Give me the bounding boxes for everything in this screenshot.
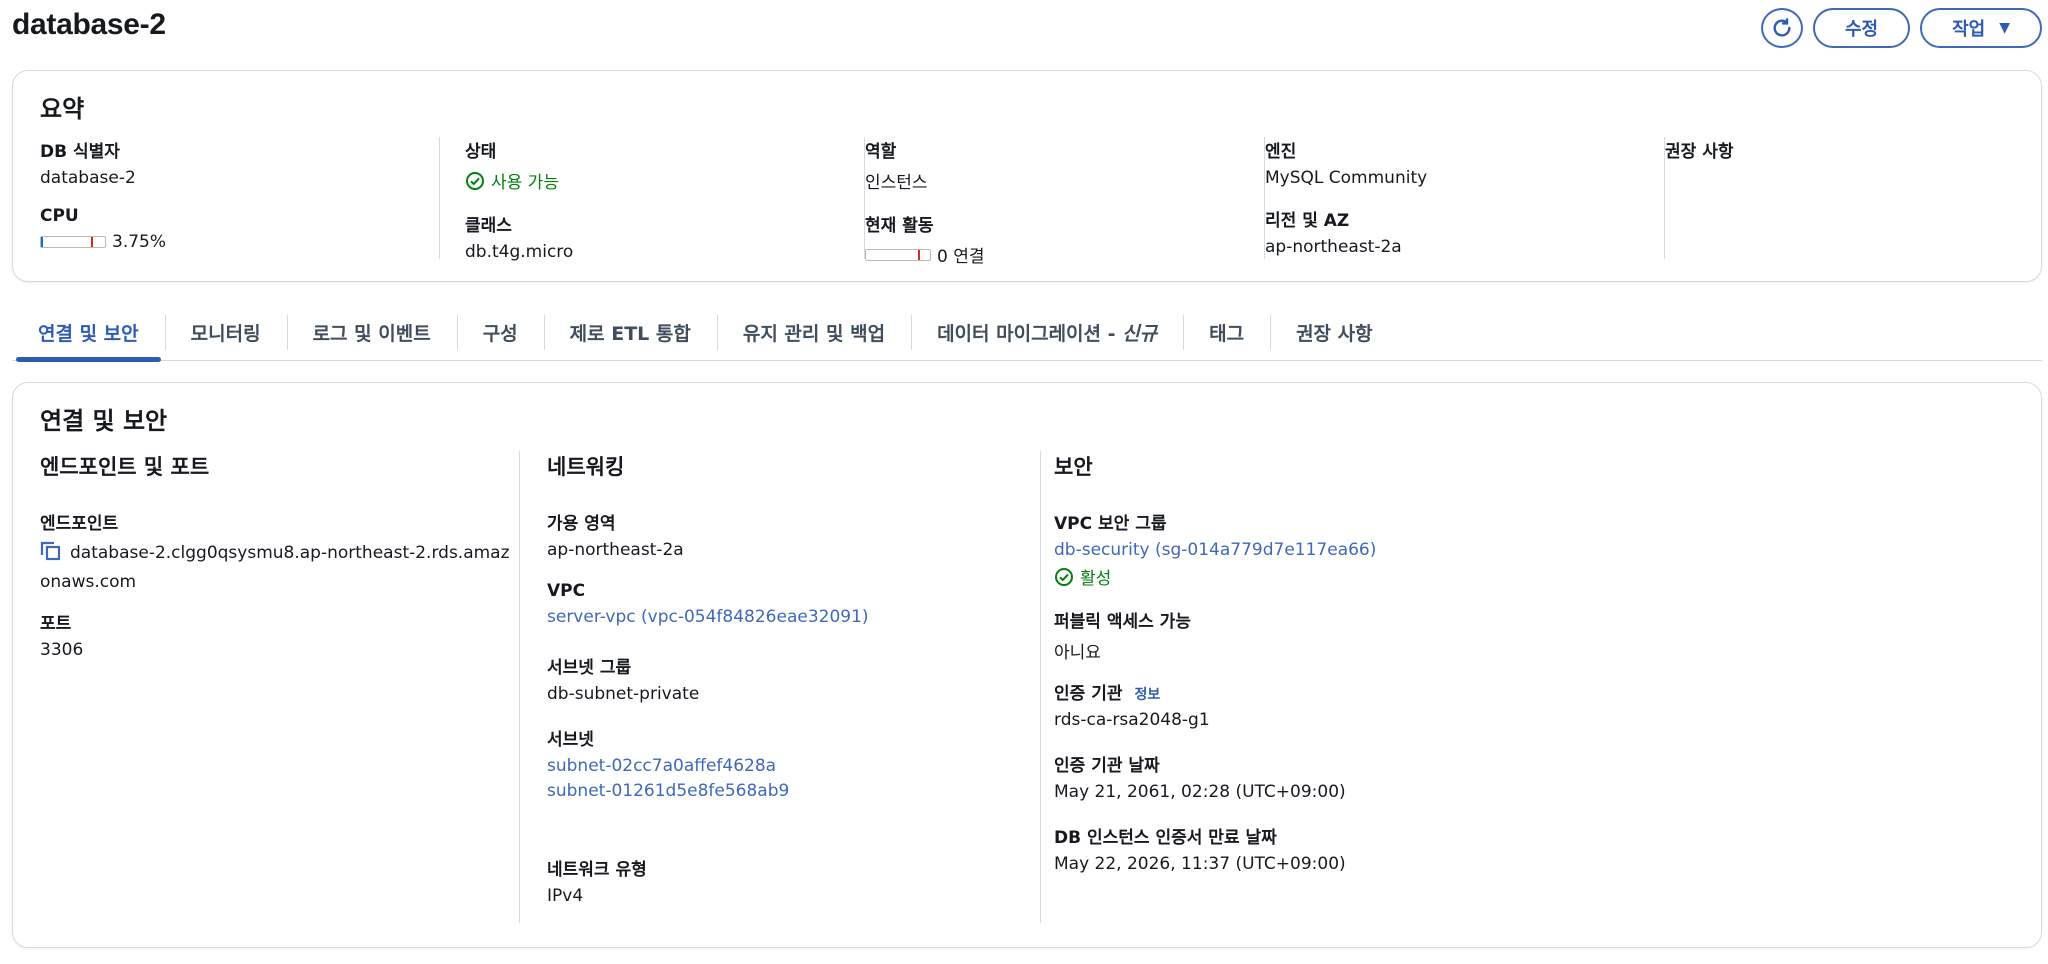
subnet-link[interactable]: subnet-02cc7a0affef4628a (547, 756, 789, 776)
summary-card: 요약 DB 식별자 database-2 CPU 3.75% 상태 사용 가능 … (12, 70, 2042, 282)
summary-title: 요약 (40, 95, 85, 123)
status-label: 상태 (465, 142, 497, 162)
region-label: 리전 및 AZ (1265, 211, 1350, 231)
summary-col-1: DB 식별자 database-2 CPU 3.75% (40, 137, 440, 259)
role-label: 역할 (865, 142, 897, 162)
ca-date-label: 인증 기관 날짜 (1054, 756, 1160, 776)
subnet-group-label: 서브넷 그룹 (547, 658, 632, 678)
cpu-threshold-mark (91, 237, 93, 247)
cpu-bar (40, 236, 106, 248)
network-type-value: IPv4 (547, 886, 584, 906)
endpoint-text: database-2.clgg0qsysmu8.ap-northeast-2.r… (40, 543, 510, 592)
header-actions: 수정 작업 ▼ (1760, 8, 2042, 48)
db-id-label: DB 식별자 (40, 142, 120, 162)
activity-bar (865, 248, 931, 261)
modify-button[interactable]: 수정 (1812, 8, 1911, 48)
ca-info-link[interactable]: 정보 (1134, 687, 1160, 703)
caret-down-icon: ▼ (1999, 20, 2010, 36)
tab-recommendations[interactable]: 권장 사항 (1270, 305, 1399, 360)
region-value: ap-northeast-2a (1265, 237, 1402, 257)
vpc-label: VPC (547, 581, 586, 601)
security-group-status-text: 활성 (1080, 569, 1112, 589)
tab-data-migration-label: 데이터 마이그레이션 - (937, 323, 1123, 345)
network-type-label: 네트워크 유형 (547, 860, 647, 880)
activity-meter: 0 연결 (865, 242, 985, 267)
summary-col-2: 상태 사용 가능 클래스 db.t4g.micro (465, 137, 865, 262)
refresh-button[interactable] (1760, 8, 1803, 48)
role-value: 인스턴스 (865, 173, 928, 193)
endpoint-value: database-2.clgg0qsysmu8.ap-northeast-2.r… (40, 540, 510, 595)
summary-col-3: 역할 인스턴스 현재 활동 0 연결 (865, 137, 1265, 267)
refresh-icon (1773, 18, 1791, 37)
ca-label-row: 인증 기관 정보 (1054, 679, 1210, 704)
security-group-link[interactable]: db-security (sg-014a779d7e117ea66) (1054, 540, 1376, 560)
status-text: 사용 가능 (491, 173, 559, 193)
actions-button[interactable]: 작업 ▼ (1920, 8, 2042, 48)
tab-connectivity[interactable]: 연결 및 보안 (12, 305, 165, 362)
tab-zero-etl[interactable]: 제로 ETL 통합 (543, 305, 717, 360)
summary-col-4: 엔진 MySQL Community 리전 및 AZ ap-northeast-… (1265, 137, 1665, 259)
endpoint-section-title: 엔드포인트 및 포트 (40, 455, 210, 479)
subnet-group-value: db-subnet-private (547, 684, 700, 704)
tab-maintenance-backup[interactable]: 유지 관리 및 백업 (716, 305, 911, 360)
networking-column: 네트워킹 가용 영역 ap-northeast-2a VPC server-vp… (547, 451, 1041, 923)
recommendations-label: 권장 사항 (1665, 142, 1734, 162)
vpc-link[interactable]: server-vpc (vpc-054f84826eae32091) (547, 607, 869, 627)
security-section-title: 보안 (1054, 455, 1093, 479)
connectivity-card: 연결 및 보안 엔드포인트 및 포트 엔드포인트 database-2.clgg… (12, 382, 2042, 948)
engine-value: MySQL Community (1265, 168, 1428, 188)
cert-expiry-label: DB 인스턴스 인증서 만료 날짜 (1054, 828, 1277, 848)
check-circle-icon (466, 171, 484, 190)
tab-configuration[interactable]: 구성 (456, 305, 544, 360)
engine-label: 엔진 (1265, 142, 1297, 162)
public-access-value: 아니요 (1054, 643, 1101, 663)
cpu-bar-fill (41, 237, 44, 247)
cert-expiry-value: May 22, 2026, 11:37 (UTC+09:00) (1054, 854, 1346, 874)
az-value: ap-northeast-2a (547, 540, 684, 560)
public-access-label: 퍼블릭 액세스 가능 (1054, 612, 1191, 632)
subnets-label: 서브넷 (547, 730, 594, 750)
check-circle-icon (1055, 567, 1073, 586)
actions-label: 작업 (1952, 19, 1986, 40)
new-badge: 신규 (1122, 323, 1158, 345)
activity-label: 현재 활동 (865, 216, 934, 236)
security-column: 보안 VPC 보안 그룹 db-security (sg-014a779d7e1… (1054, 451, 1754, 923)
networking-section-title: 네트워킹 (547, 455, 625, 479)
tab-monitoring[interactable]: 모니터링 (164, 305, 287, 360)
endpoint-row: database-2.clgg0qsysmu8.ap-northeast-2.r… (40, 540, 510, 595)
modify-label: 수정 (1844, 19, 1879, 40)
subnet-link[interactable]: subnet-01261d5e8fe568ab9 (547, 781, 789, 801)
cpu-value: 3.75% (112, 232, 167, 252)
copy-button[interactable] (40, 541, 62, 569)
page-title: database-2 (12, 8, 166, 41)
activity-value: 0 연결 (937, 247, 985, 267)
security-group-status: 활성 (1054, 564, 1376, 589)
status-value: 사용 가능 (465, 168, 864, 193)
security-group-label: VPC 보안 그룹 (1054, 514, 1167, 534)
tab-tags[interactable]: 태그 (1183, 305, 1270, 360)
endpoint-column: 엔드포인트 및 포트 엔드포인트 database-2.clgg0qsysmu8… (40, 451, 520, 923)
connectivity-title: 연결 및 보안 (40, 407, 168, 435)
cpu-meter: 3.75% (40, 232, 439, 252)
tab-data-migration[interactable]: 데이터 마이그레이션 - 신규 (911, 305, 1183, 360)
ca-date-value: May 21, 2061, 02:28 (UTC+09:00) (1054, 782, 1346, 802)
activity-threshold-mark (918, 249, 920, 260)
az-label: 가용 영역 (547, 514, 616, 534)
port-value: 3306 (40, 640, 84, 660)
ca-label: 인증 기관 (1054, 684, 1123, 704)
tab-logs-events[interactable]: 로그 및 이벤트 (286, 305, 457, 360)
copy-icon (40, 541, 61, 561)
tab-bar: 연결 및 보안 모니터링 로그 및 이벤트 구성 제로 ETL 통합 유지 관리… (12, 305, 2042, 362)
ca-value: rds-ca-rsa2048-g1 (1054, 710, 1210, 730)
summary-col-5: 권장 사항 (1665, 137, 2025, 259)
port-label: 포트 (40, 614, 72, 634)
db-id-value: database-2 (40, 168, 136, 188)
class-label: 클래스 (465, 216, 512, 236)
cpu-label: CPU (40, 206, 79, 226)
endpoint-label: 엔드포인트 (40, 514, 119, 534)
class-value: db.t4g.micro (465, 242, 574, 262)
